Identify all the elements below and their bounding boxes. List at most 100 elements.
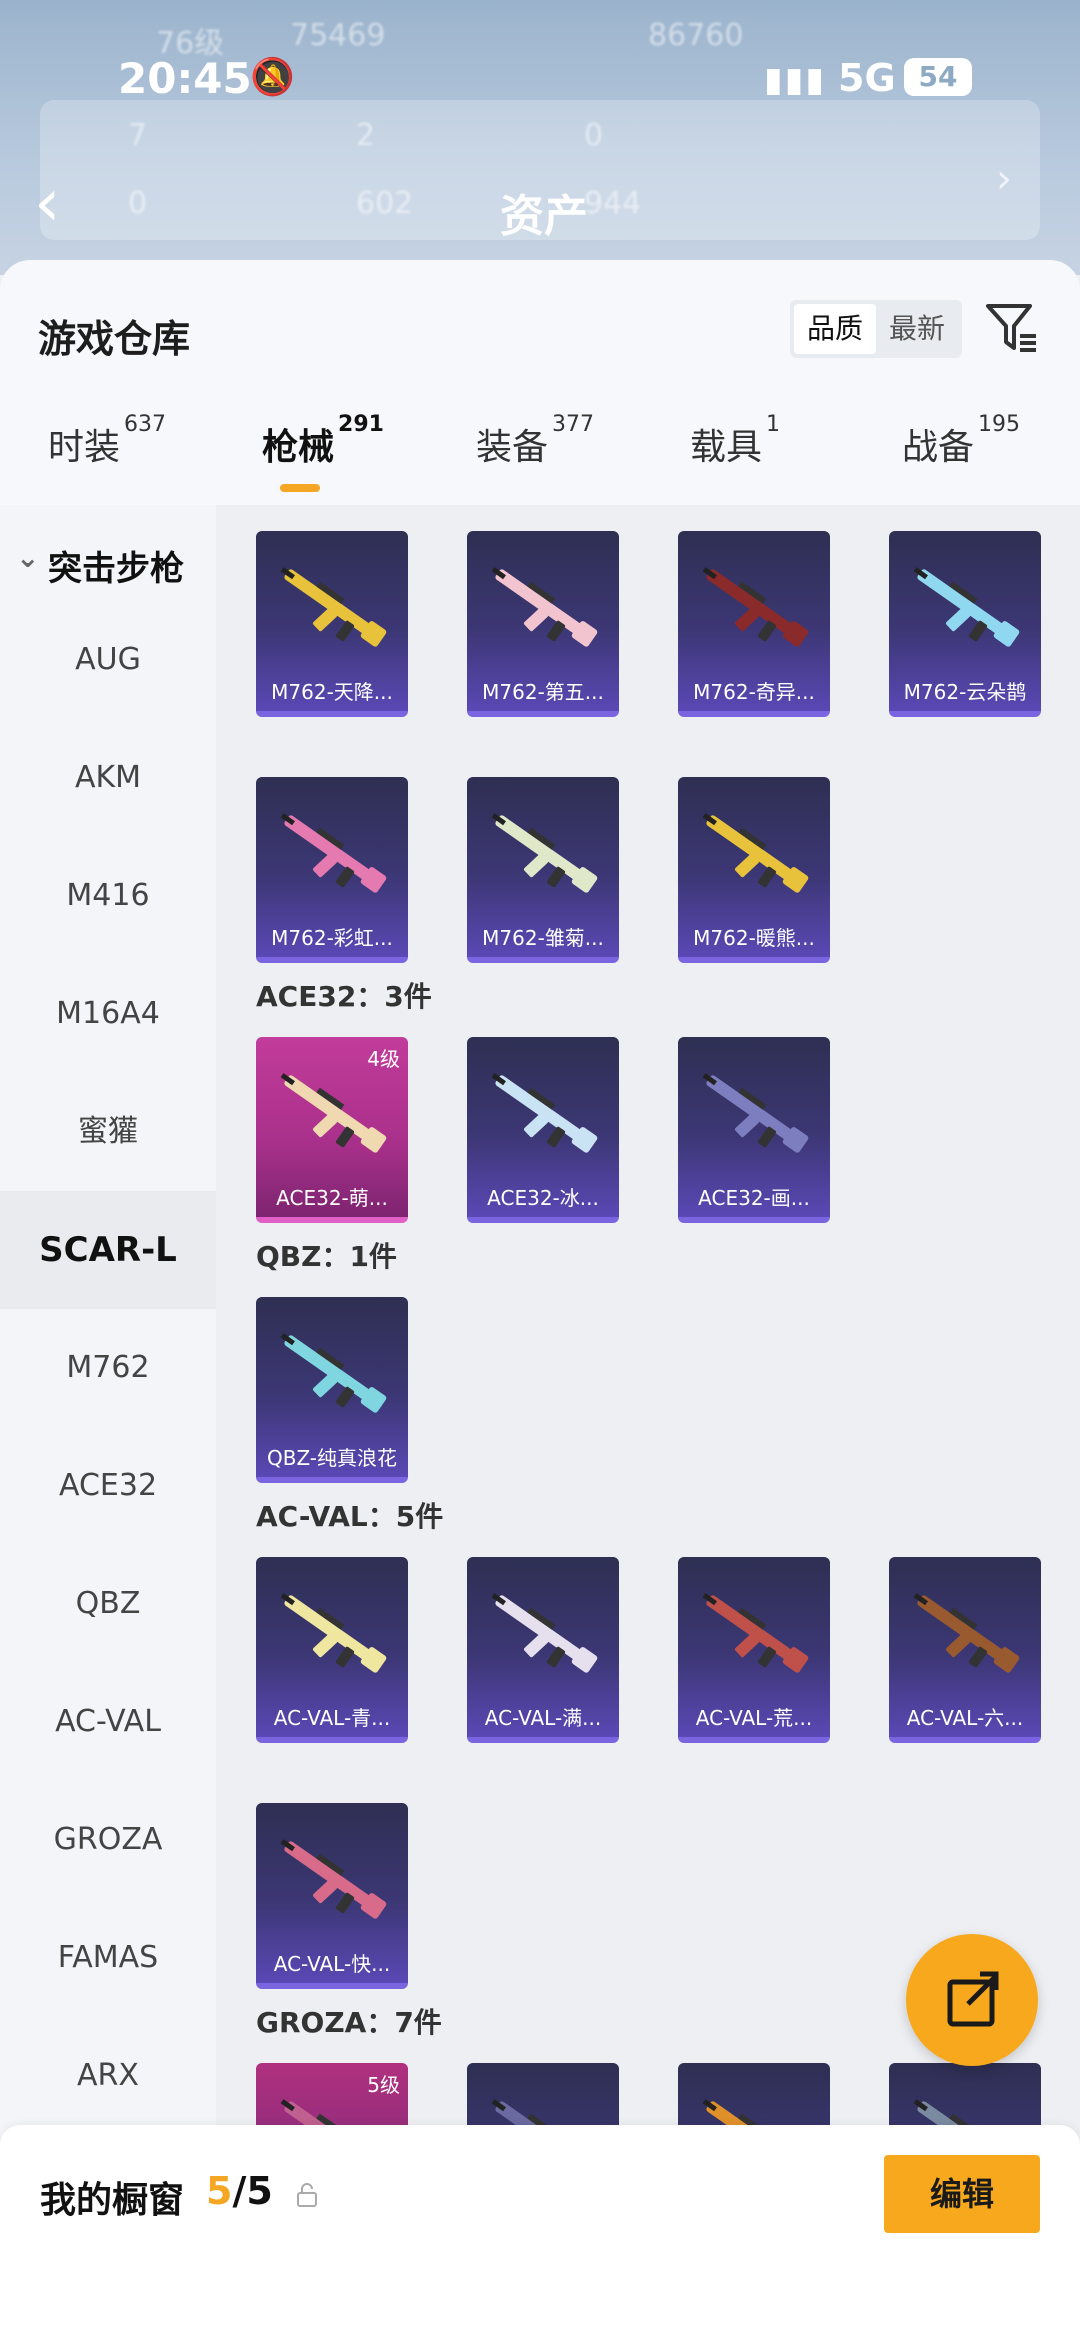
weapon-card[interactable]: M762-暖熊... — [678, 777, 830, 963]
showcase-total: /5 — [232, 2169, 273, 2213]
gun-icon — [913, 567, 1020, 647]
weapon-card[interactable]: M762-奇异... — [678, 531, 830, 717]
weapon-name: QBZ-纯真浪花 — [266, 1446, 398, 1470]
share-edit-button[interactable] — [906, 1934, 1038, 2066]
sidebar-item[interactable]: AKM — [0, 719, 216, 837]
weapon-card[interactable]: M762-彩虹... — [256, 777, 408, 963]
chevron-right-icon[interactable]: › — [996, 156, 1012, 202]
tab-firearms[interactable]: 枪械291 — [262, 412, 384, 470]
tab-count: 637 — [124, 412, 167, 437]
weapon-card[interactable]: AC-VAL-荒... — [678, 1557, 830, 1743]
edit-button[interactable]: 编辑 — [884, 2155, 1040, 2233]
tab-label: 载具 — [690, 427, 763, 468]
weapon-card[interactable]: M762-雏菊... — [467, 777, 619, 963]
weapon-card[interactable]: M762-天降... — [256, 531, 408, 717]
stat-value: 602 — [356, 186, 414, 221]
weapon-card[interactable]: AC-VAL-六... — [889, 1557, 1041, 1743]
weapon-card[interactable]: 4级 ACE32-萌... — [256, 1037, 408, 1223]
weapon-card[interactable]: M762-云朵鹊 — [889, 531, 1041, 717]
showcase-count: 5/5 — [206, 2169, 273, 2213]
sidebar-category[interactable]: ⌄ 突击步枪 — [0, 535, 216, 595]
weapon-name: AC-VAL-满... — [484, 1706, 602, 1730]
chevron-down-icon: ⌄ — [16, 541, 40, 574]
sidebar-item[interactable]: FAMAS — [0, 1899, 216, 2017]
weapon-name: M762-奇异... — [693, 680, 815, 704]
gun-icon — [491, 1593, 598, 1673]
tab-supplies[interactable]: 战备195 — [902, 412, 1020, 470]
sidebar-item[interactable]: M16A4 — [0, 955, 216, 1073]
gun-icon — [280, 1073, 387, 1153]
tab-count: 291 — [338, 412, 384, 437]
lock-icon — [297, 2183, 317, 2207]
weapon-name: AC-VAL-青... — [273, 1706, 391, 1730]
tab-label: 枪械 — [262, 427, 335, 468]
header-background: 76级 75469 86760 7 2 0 0 602 944 20:45 🔕 … — [0, 0, 1080, 275]
sidebar-item[interactable]: QBZ — [0, 1545, 216, 1663]
sidebar-item[interactable]: AUG — [0, 601, 216, 719]
weapon-card[interactable]: AC-VAL-快... — [256, 1803, 408, 1989]
gun-icon — [913, 1593, 1020, 1673]
tab-label: 装备 — [476, 427, 549, 468]
stat-value: 0 — [584, 118, 604, 153]
sidebar-item[interactable]: GROZA — [0, 1781, 216, 1899]
sidebar-item[interactable]: AC-VAL — [0, 1663, 216, 1781]
sidebar-item[interactable]: 蜜獾 — [0, 1073, 216, 1191]
section-title: AC-VAL：5件 — [256, 1500, 444, 1533]
category-label: 突击步枪 — [48, 549, 184, 589]
back-icon[interactable]: ‹ — [34, 170, 60, 236]
gun-icon — [491, 813, 598, 893]
bell-mute-icon: 🔕 — [250, 57, 295, 98]
sort-quality[interactable]: 品质 — [794, 304, 876, 354]
weapon-card[interactable]: AC-VAL-满... — [467, 1557, 619, 1743]
weapon-name: M762-云朵鹊 — [903, 680, 1027, 704]
section-title: ACE32：3件 — [256, 980, 432, 1013]
tab-count: 195 — [978, 412, 1021, 437]
tab-indicator — [280, 484, 320, 492]
sidebar-item[interactable]: ARX — [0, 2017, 216, 2135]
status-time: 20:45 — [118, 54, 252, 103]
stat-value: 7 — [128, 118, 148, 153]
weapon-name: AC-VAL-六... — [906, 1706, 1024, 1730]
level-badge: 4级 — [367, 1047, 400, 1071]
ghost-points: 86760 — [648, 18, 744, 53]
gun-icon — [280, 567, 387, 647]
category-tabs: 时装637 枪械291 装备377 载具1 战备195 — [0, 412, 1080, 508]
section-title: GROZA：7件 — [256, 2006, 442, 2039]
weapon-card[interactable]: AC-VAL-青... — [256, 1557, 408, 1743]
gun-icon — [702, 1593, 809, 1673]
section-title: QBZ：1件 — [256, 1240, 397, 1273]
gun-icon — [280, 1333, 387, 1413]
page-title: 资产 — [500, 191, 588, 242]
weapon-card[interactable]: ACE32-画... — [678, 1037, 830, 1223]
weapon-name: M762-彩虹... — [271, 926, 393, 950]
weapon-sidebar: ⌄ 突击步枪 AUG AKM M416 M16A4 蜜獾 SCAR-L M762 ACE32 Q… — [0, 505, 216, 2347]
warehouse-title: 游戏仓库 — [38, 317, 191, 361]
tab-label: 战备 — [902, 427, 975, 468]
filter-icon[interactable] — [984, 300, 1040, 356]
stat-value: 0 — [128, 186, 148, 221]
weapon-name: ACE32-画... — [698, 1186, 810, 1210]
weapon-card[interactable]: QBZ-纯真浪花 — [256, 1297, 408, 1483]
weapon-name: M762-天降... — [271, 680, 393, 704]
stat-value: 2 — [356, 118, 376, 153]
sort-newest[interactable]: 最新 — [876, 304, 958, 354]
sidebar-item[interactable]: SCAR-L — [0, 1191, 216, 1309]
tab-fashion[interactable]: 时装637 — [48, 412, 166, 470]
sidebar-item[interactable]: M416 — [0, 837, 216, 955]
signal-icon: ▮▮▮ — [764, 60, 827, 100]
weapon-name: ACE32-冰... — [487, 1186, 599, 1210]
gun-icon — [491, 567, 598, 647]
weapon-card[interactable]: ACE32-冰... — [467, 1037, 619, 1223]
tab-count: 1 — [766, 412, 781, 437]
showcase-title: 我的橱窗 — [40, 2180, 185, 2221]
weapon-card[interactable]: M762-第五... — [467, 531, 619, 717]
tab-vehicles[interactable]: 载具1 — [690, 412, 780, 470]
weapon-grid: M762-天降... M762-第五... M762-奇异... M762-云朵鹊 M7… — [216, 505, 1080, 2347]
gun-icon — [491, 1073, 598, 1153]
sidebar-item[interactable]: ACE32 — [0, 1427, 216, 1545]
sidebar-item[interactable]: M762 — [0, 1309, 216, 1427]
tab-equipment[interactable]: 装备377 — [476, 412, 594, 470]
gun-icon — [702, 1073, 809, 1153]
tab-count: 377 — [552, 412, 595, 437]
gun-icon — [280, 1839, 387, 1919]
